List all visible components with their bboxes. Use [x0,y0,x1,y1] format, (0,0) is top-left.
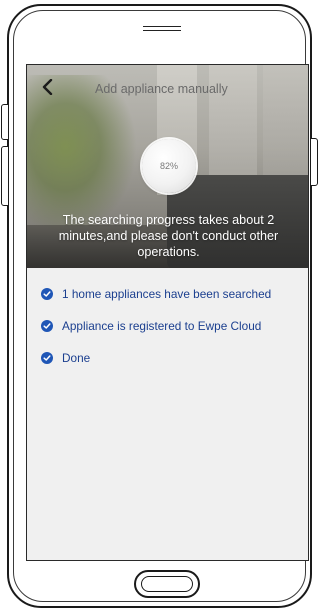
status-list: 1 home appliances have been searched App… [41,278,301,374]
page-title: Add appliance manually [95,82,228,96]
background-plant [27,75,137,235]
power-button [310,138,318,186]
status-item: Appliance is registered to Ewpe Cloud [41,310,301,342]
volume-up-button [1,104,9,140]
check-circle-icon [41,288,53,300]
progress-indicator: 82% [142,139,196,193]
status-item-label: 1 home appliances have been searched [62,287,272,301]
hero-background: Add appliance manually 82% The searching… [27,65,308,268]
check-circle-icon [41,352,53,364]
chevron-left-icon[interactable] [41,79,55,95]
check-circle-icon [41,320,53,332]
app-screen: Add appliance manually 82% The searching… [26,64,309,561]
speaker-grille [143,26,181,31]
volume-down-button [1,146,9,206]
search-progress-message: The searching progress takes about 2 min… [58,213,279,259]
status-item: 1 home appliances have been searched [41,278,301,310]
status-item-label: Done [62,351,91,365]
status-item-label: Appliance is registered to Ewpe Cloud [62,319,262,333]
status-item: Done [41,342,301,374]
home-button[interactable] [134,570,200,598]
progress-label: 82% [159,161,178,171]
